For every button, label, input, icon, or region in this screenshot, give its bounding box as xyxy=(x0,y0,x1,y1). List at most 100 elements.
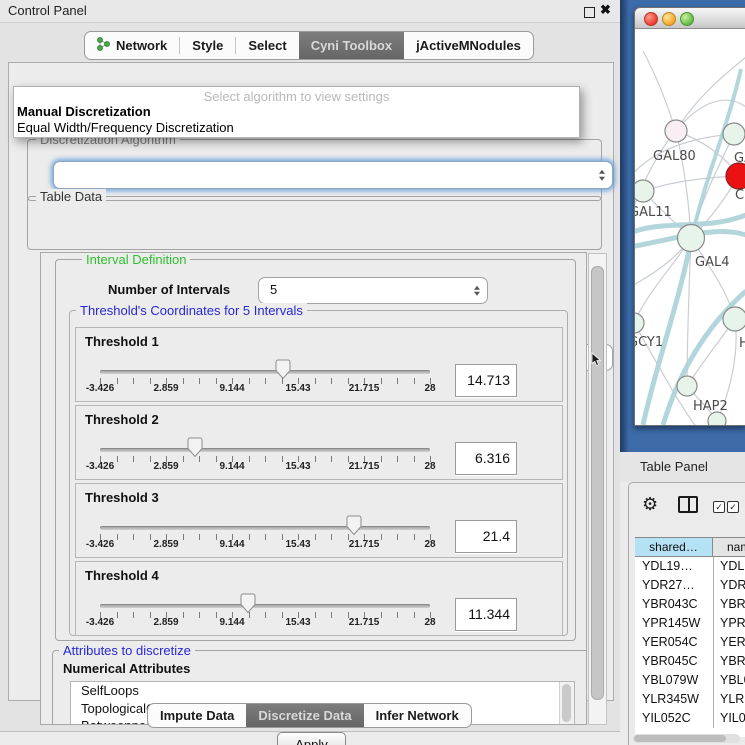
node-label-hap2: HAP2 xyxy=(693,399,728,414)
threshold-2-slider-track[interactable] xyxy=(100,448,430,452)
slider-tick-labels: -3.4262.8599.14415.4321.71528 xyxy=(100,539,430,551)
cell-shared-name[interactable]: YBR045C xyxy=(635,652,713,671)
tab-cyni-toolbox[interactable]: Cyni Toolbox xyxy=(299,32,404,59)
node-gal4[interactable] xyxy=(678,225,705,252)
tab-infer-network-label: Infer Network xyxy=(376,708,459,723)
threshold-4-slider-track[interactable] xyxy=(100,604,430,608)
table-header-row: shared… name xyxy=(635,537,745,557)
dropdown-option-equal-width-frequency[interactable]: Equal Width/Frequency Discretization xyxy=(17,120,234,135)
slider-tick-label: 15.43 xyxy=(265,383,331,394)
attributes-scrollbar[interactable] xyxy=(559,682,574,725)
node-partial-top[interactable] xyxy=(723,123,745,145)
slider-tick-label: -3.426 xyxy=(67,461,133,472)
close-icon[interactable]: ✖ xyxy=(600,2,611,18)
threshold-2-value-field[interactable]: 6.316 xyxy=(455,442,517,475)
settings-scrollbar-thumb[interactable] xyxy=(591,266,604,700)
table-row[interactable]: YDR27…YDR2 xyxy=(635,576,745,595)
threshold-1-slider-track[interactable] xyxy=(100,370,430,374)
table-row[interactable]: YIL052CYIL0 xyxy=(635,709,745,728)
table-horizontal-scrollbar[interactable] xyxy=(633,734,740,743)
cell-name[interactable]: YIL0 xyxy=(713,709,745,728)
interval-definition-group: Interval Definition Number of Intervals … xyxy=(55,259,576,641)
node-hap2[interactable] xyxy=(677,376,697,396)
cell-shared-name[interactable]: YER054C xyxy=(635,633,713,652)
node-gal11[interactable] xyxy=(635,180,654,202)
network-graph: GAL80 GA C GAL11 GAL4 GCY1 H HAP2 xyxy=(635,29,745,425)
column-header-name[interactable]: name xyxy=(713,538,745,556)
checkbox-icon[interactable]: ✓ xyxy=(713,501,725,513)
threshold-1-label: Threshold 1 xyxy=(85,334,159,349)
slider-tick-label: 28 xyxy=(397,461,463,472)
number-of-intervals-combobox[interactable]: 5 xyxy=(258,277,488,304)
table-panel-title: Table Panel xyxy=(640,459,708,474)
gear-icon[interactable]: ⚙ xyxy=(642,494,658,515)
table-horizontal-scrollbar-thumb[interactable] xyxy=(634,735,726,742)
attributes-scrollbar-thumb[interactable] xyxy=(562,684,571,722)
column-header-shared-name[interactable]: shared… xyxy=(635,538,713,556)
table-row[interactable]: YDL19…YDL1 xyxy=(635,557,745,576)
cell-shared-name[interactable]: YLR345W xyxy=(635,690,713,709)
cell-name[interactable]: YBR0 xyxy=(713,652,745,671)
table-row[interactable]: YBR045CYBR0 xyxy=(635,652,745,671)
table-row[interactable]: YPR145WYPR1 xyxy=(635,614,745,633)
tab-jactivemnodules-label: jActiveMNodules xyxy=(416,38,521,53)
checkbox-icon[interactable]: ✓ xyxy=(727,501,739,513)
table-row[interactable]: YBL079WYBL0 xyxy=(635,671,745,690)
threshold-4-value-field[interactable]: 11.344 xyxy=(455,598,517,631)
cell-name[interactable]: YBR0 xyxy=(713,595,745,614)
threshold-1-value-field[interactable]: 14.713 xyxy=(455,364,517,397)
tab-network[interactable]: Network xyxy=(85,32,179,59)
node-h[interactable] xyxy=(723,307,745,331)
cell-shared-name[interactable]: YPR145W xyxy=(635,614,713,633)
tab-infer-network[interactable]: Infer Network xyxy=(364,704,471,727)
slider-tick-label: 2.859 xyxy=(133,383,199,394)
table-row[interactable]: YLR345WYLR3 xyxy=(635,690,745,709)
cell-name[interactable]: YDR2 xyxy=(713,576,745,595)
node-gal80[interactable] xyxy=(665,120,687,142)
thresholds-group-label: Threshold's Coordinates for 5 Intervals xyxy=(76,303,307,318)
algorithm-combobox[interactable] xyxy=(53,161,613,189)
interval-definition-label: Interval Definition xyxy=(82,252,190,267)
node-selected-red[interactable] xyxy=(726,163,745,189)
settings-scrollbar[interactable] xyxy=(588,253,607,725)
threshold-3-value-field[interactable]: 21.4 xyxy=(455,520,517,553)
dropdown-placeholder: Select algorithm to view settings xyxy=(14,89,579,104)
tab-style-label: Style xyxy=(192,38,223,53)
network-canvas[interactable]: GAL80 GA C GAL11 GAL4 GCY1 H HAP2 xyxy=(635,29,745,425)
dropdown-option-manual-discretization[interactable]: Manual Discretization xyxy=(17,104,151,119)
combo-spinner-icon xyxy=(599,170,605,181)
cell-shared-name[interactable]: YBL079W xyxy=(635,671,713,690)
cell-name[interactable]: YPR1 xyxy=(713,614,745,633)
node-gcy1[interactable] xyxy=(635,313,644,333)
cell-shared-name[interactable]: YDR27… xyxy=(635,576,713,595)
cell-name[interactable]: YBL0 xyxy=(713,671,745,690)
float-window-icon[interactable] xyxy=(584,7,595,18)
cell-name[interactable]: YDL1 xyxy=(713,557,745,576)
table-row[interactable]: YER054CYER0 xyxy=(635,633,745,652)
slider-tick-label: 15.43 xyxy=(265,617,331,628)
minimize-traffic-light-icon[interactable] xyxy=(662,12,676,26)
tab-jactivemnodules[interactable]: jActiveMNodules xyxy=(404,32,533,59)
cell-shared-name[interactable]: YDL19… xyxy=(635,557,713,576)
tab-impute-data[interactable]: Impute Data xyxy=(148,704,246,727)
numerical-attributes-heading: Numerical Attributes xyxy=(63,661,190,676)
close-traffic-light-icon[interactable] xyxy=(644,12,658,26)
tab-style[interactable]: Style xyxy=(180,32,235,59)
cell-name[interactable]: YER0 xyxy=(713,633,745,652)
split-columns-icon[interactable] xyxy=(678,496,698,513)
apply-button[interactable]: Apply xyxy=(277,732,346,745)
zoom-traffic-light-icon[interactable] xyxy=(680,12,694,26)
mouse-cursor xyxy=(591,352,602,367)
table-row[interactable]: YBR043CYBR0 xyxy=(635,595,745,614)
tab-discretize-data[interactable]: Discretize Data xyxy=(246,704,363,727)
slider-tick-label: 15.43 xyxy=(265,461,331,472)
number-of-intervals-label: Number of Intervals xyxy=(108,282,230,297)
cell-name[interactable]: YLR3 xyxy=(713,690,745,709)
attribute-item[interactable]: SelfLoops xyxy=(71,682,574,700)
tab-select[interactable]: Select xyxy=(236,32,298,59)
cell-shared-name[interactable]: YIL052C xyxy=(635,709,713,728)
node-label-partial-right: C xyxy=(735,188,744,203)
slider-tick-label: 9.144 xyxy=(199,461,265,472)
threshold-3-slider-track[interactable] xyxy=(100,526,430,530)
cell-shared-name[interactable]: YBR043C xyxy=(635,595,713,614)
